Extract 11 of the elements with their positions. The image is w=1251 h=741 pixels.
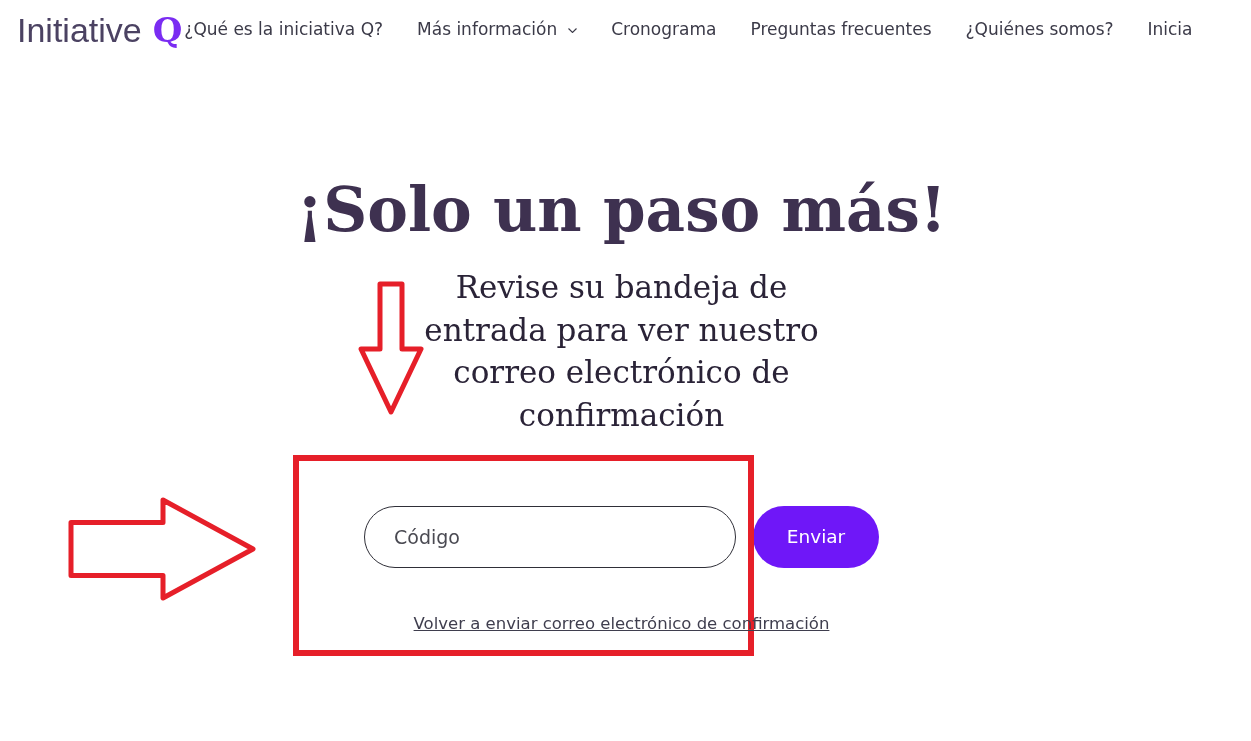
submit-button[interactable]: Enviar bbox=[753, 506, 879, 568]
nav-link[interactable]: Inicia bbox=[1147, 17, 1193, 43]
nav-link[interactable]: Cronograma bbox=[611, 17, 717, 43]
nav-link[interactable]: ¿Quiénes somos? bbox=[965, 17, 1114, 43]
nav-link[interactable]: Más información bbox=[417, 17, 578, 43]
page-heading: ¡Solo un paso más! bbox=[296, 173, 947, 247]
logo[interactable]: Initiative Q bbox=[17, 13, 183, 47]
nav-link[interactable]: Preguntas frecuentes bbox=[750, 17, 932, 43]
code-input-field[interactable]: Código bbox=[364, 506, 736, 568]
nav-link[interactable]: ¿Qué es la iniciativa Q? bbox=[184, 17, 384, 43]
subtitle-text: Revise su bandeja de entrada para ver nuestro correo electrónico de confirmación bbox=[423, 268, 820, 435]
